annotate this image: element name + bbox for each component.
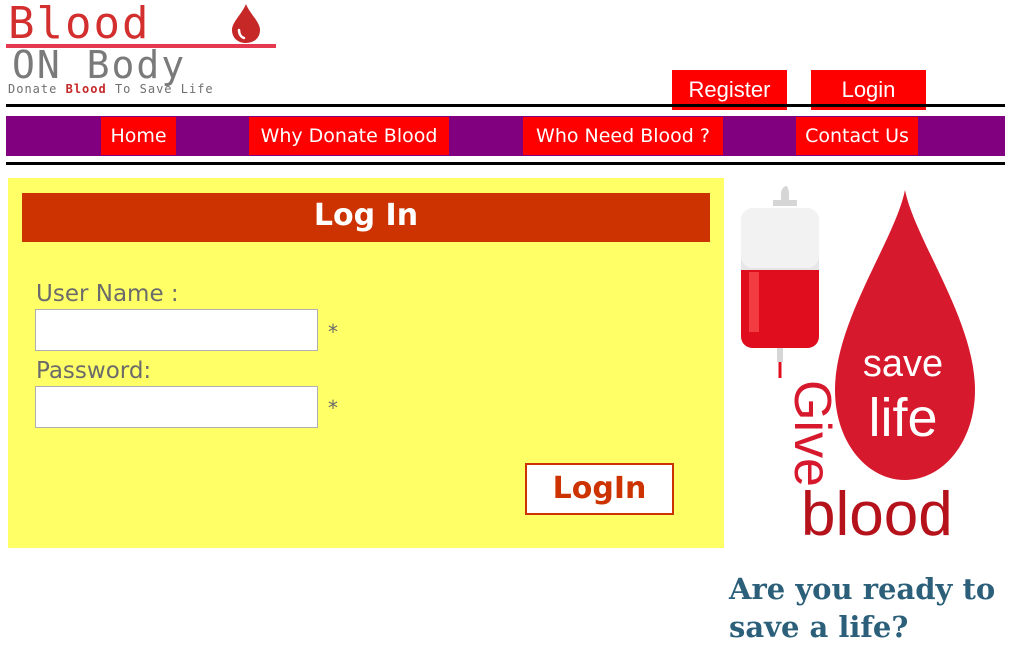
drop-text-save: save xyxy=(863,343,943,385)
logo-tagline-pre: Donate xyxy=(8,82,58,96)
blood-word: blood xyxy=(801,480,953,549)
nav-item-why-donate[interactable]: Why Donate Blood xyxy=(249,117,449,155)
logo-word-blood: Blood xyxy=(8,0,151,49)
password-label: Password: xyxy=(36,358,152,384)
promo-tagline: Are you ready to save a life? xyxy=(729,572,996,644)
nav-divider xyxy=(6,162,1005,165)
username-label: User Name : xyxy=(36,281,179,307)
logo-tagline: Donate Blood To Save Life xyxy=(8,82,214,96)
give-text: Give xyxy=(783,380,841,487)
password-input[interactable] xyxy=(35,386,318,428)
nav-item-home[interactable]: Home xyxy=(101,117,176,155)
main-nav: Home Why Donate Blood Who Need Blood ? C… xyxy=(6,116,1005,156)
username-required-mark: * xyxy=(328,320,338,344)
blood-drop-icon xyxy=(232,4,260,43)
login-title: Log In xyxy=(22,193,710,242)
logo-tagline-post: To Save Life xyxy=(114,82,214,96)
logo-word-onbody: ON Body xyxy=(12,43,187,87)
login-submit-button[interactable]: LogIn xyxy=(525,463,674,515)
login-panel: Log In User Name : * Password: * LogIn xyxy=(8,178,724,548)
blood-bag-icon xyxy=(741,186,819,378)
logo-tagline-highlight: Blood xyxy=(65,82,107,96)
site-logo[interactable]: Blood ON Body Donate Blood To Save Life xyxy=(6,0,278,100)
password-required-mark: * xyxy=(328,396,338,420)
username-input[interactable] xyxy=(35,309,318,351)
give-blood-illustration: Give save life blood xyxy=(741,186,975,549)
nav-item-contact[interactable]: Contact Us xyxy=(796,117,918,155)
header-divider xyxy=(6,104,1005,107)
nav-item-who-need[interactable]: Who Need Blood ? xyxy=(523,117,723,155)
drop-text-life: life xyxy=(868,388,937,448)
